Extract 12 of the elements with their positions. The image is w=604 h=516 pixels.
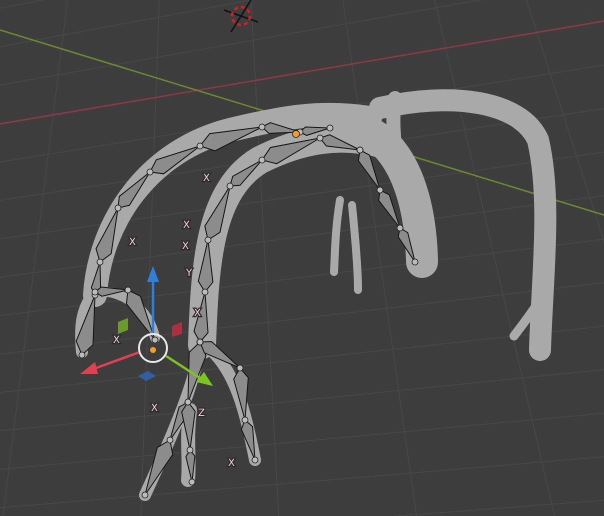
bone-axis-label: Y — [186, 268, 192, 279]
bone-axis-label: X — [151, 403, 158, 414]
transform-gizmo[interactable] — [80, 266, 213, 386]
bone-axis-label: X — [129, 237, 136, 248]
bone-axis-label: X — [203, 173, 210, 184]
bone-axis-label: X — [182, 241, 189, 252]
bone-axis-label: X — [183, 220, 190, 231]
active-origin-icon — [292, 130, 300, 138]
bone-axis-label: Z — [198, 408, 205, 419]
bone-axis-label: X — [228, 458, 235, 469]
bone-axis-label: X — [113, 335, 120, 346]
3d-cursor-icon — [223, 0, 259, 33]
